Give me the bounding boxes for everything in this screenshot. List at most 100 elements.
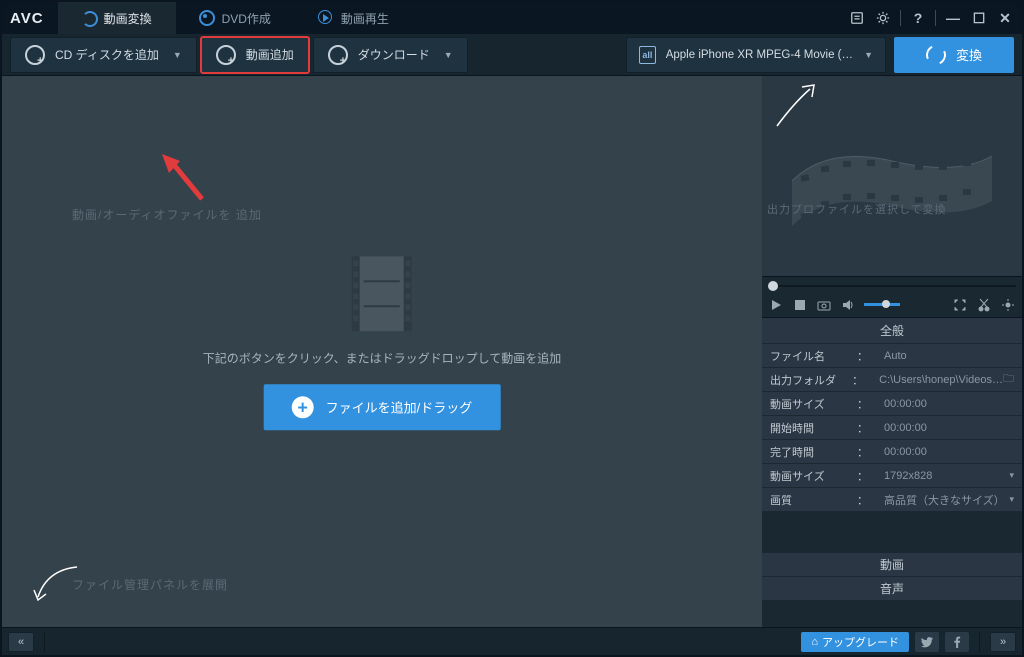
file-list-pane: 動画/オーディオファイルを 追加 下記のボタンをクリック、またはドラッグドロップ… [2, 76, 762, 627]
button-label: ダウンロード [358, 46, 430, 63]
section-tab-video[interactable]: 動画 [762, 552, 1022, 576]
folder-icon: 🗀 [1003, 370, 1014, 389]
preview-properties-pane: 出力プロファイルを選択して変換 全般 ファイル名： Auto [762, 76, 1022, 627]
help-icon[interactable]: ? [909, 9, 927, 27]
refresh-icon [82, 11, 96, 25]
convert-icon [926, 45, 946, 65]
add-cd-disc-button[interactable]: CD ディスクを追加 ▼ [10, 37, 197, 73]
minimize-icon[interactable]: — [944, 9, 962, 27]
prop-value: 高品質（大きなサイズ）▾ [874, 492, 1022, 508]
section-tab-audio[interactable]: 音声 [762, 576, 1022, 600]
prop-start-time: 開始時間： 00:00:00 [762, 416, 1022, 440]
toolbar: CD ディスクを追加 ▼ 動画追加 ダウンロード ▼ all Apple iPh… [2, 34, 1022, 76]
prop-dimension-selector[interactable]: 動画サイズ： 1792x828▾ [762, 464, 1022, 488]
stop-button[interactable] [792, 297, 808, 313]
facebook-button[interactable] [945, 632, 969, 652]
chevron-down-icon: ▾ [1009, 470, 1014, 481]
prop-value: 1792x828▾ [874, 470, 1022, 482]
main-area: 動画/オーディオファイルを 追加 下記のボタンをクリック、またはドラッグドロップ… [2, 76, 1022, 627]
dropzone-text: 下記のボタンをクリック、またはドラッグドロップして動画を追加 [203, 349, 562, 366]
convert-button[interactable]: 変換 [894, 37, 1014, 73]
chevron-down-icon: ▼ [864, 50, 873, 60]
hint-add-file: 動画/オーディオファイルを 追加 [72, 206, 262, 223]
annotation-curve-bl [32, 562, 82, 602]
status-bar: « ⌂ アップグレード » [2, 627, 1022, 655]
chevron-down-icon: ▾ [1009, 494, 1014, 505]
play-icon [319, 11, 333, 25]
annotation-red-arrow [152, 154, 212, 204]
prop-value: 00:00:00 [874, 446, 1022, 458]
prop-label: 動画サイズ [762, 396, 857, 412]
title-controls: ? — ☐ ✕ [848, 9, 1014, 27]
hint-expand-panel: ファイル管理パネルを展開 [72, 576, 228, 593]
options-icon[interactable] [848, 9, 866, 27]
app-window: AVC 動画変換 DVD作成 動画再生 ? — ☐ ✕ [0, 0, 1024, 657]
film-plus-icon [216, 45, 236, 65]
maximize-icon[interactable]: ☐ [970, 9, 988, 27]
tab-dvd-create[interactable]: DVD作成 [176, 2, 295, 34]
button-label: CD ディスクを追加 [55, 46, 159, 63]
chevron-down-icon: ▼ [173, 50, 182, 60]
twitter-button[interactable] [915, 632, 939, 652]
fullscreen-icon[interactable] [952, 297, 968, 313]
expand-right-button[interactable]: » [990, 632, 1016, 652]
button-label: アップグレード [822, 634, 899, 650]
title-bar: AVC 動画変換 DVD作成 動画再生 ? — ☐ ✕ [2, 2, 1022, 34]
hint-select-profile: 出力プロファイルを選択して変換 [767, 201, 947, 217]
section-tabs: 動画 音声 [762, 552, 1022, 600]
drop-zone: 下記のボタンをクリック、またはドラッグドロップして動画を追加 + ファイルを追加… [203, 256, 562, 430]
tab-label: 動画再生 [341, 10, 389, 27]
prop-label: 出力フォルダ [762, 372, 852, 388]
disc-plus-icon [25, 45, 45, 65]
prop-end-time: 完了時間： 00:00:00 [762, 440, 1022, 464]
profile-all-icon: all [639, 46, 656, 64]
film-strip-icon [352, 256, 412, 331]
properties-panel: ファイル名： Auto 出力フォルダ： C:\Users\honep\Video… [762, 344, 1022, 512]
prop-video-size-duration: 動画サイズ： 00:00:00 [762, 392, 1022, 416]
prop-label: 画質 [762, 492, 857, 508]
prop-label: ファイル名 [762, 348, 857, 364]
main-tabs: 動画変換 DVD作成 動画再生 [58, 2, 413, 34]
app-logo: AVC [10, 10, 44, 27]
seek-slider[interactable] [762, 276, 1022, 292]
plus-circle-icon: + [292, 396, 314, 418]
button-label: 変換 [956, 45, 982, 64]
upgrade-button[interactable]: ⌂ アップグレード [801, 632, 909, 652]
cut-icon[interactable] [976, 297, 992, 313]
prop-label: 開始時間 [762, 420, 857, 436]
home-icon: ⌂ [811, 636, 818, 648]
collapse-left-button[interactable]: « [8, 632, 34, 652]
prop-filename: ファイル名： Auto [762, 344, 1022, 368]
prop-value: 00:00:00 [874, 398, 1022, 410]
settings-small-icon[interactable] [1000, 297, 1016, 313]
volume-slider[interactable] [864, 303, 900, 306]
snapshot-button[interactable] [816, 297, 832, 313]
playback-controls [762, 292, 1022, 318]
gear-icon[interactable] [874, 9, 892, 27]
preview-area: 出力プロファイルを選択して変換 [762, 76, 1022, 276]
tab-label: DVD作成 [222, 10, 271, 27]
add-video-button[interactable]: 動画追加 [201, 37, 309, 73]
prop-quality-selector[interactable]: 画質： 高品質（大きなサイズ）▾ [762, 488, 1022, 512]
prop-value[interactable]: C:\Users\honep\Videos…🗀 [869, 370, 1022, 389]
close-icon[interactable]: ✕ [996, 9, 1014, 27]
output-profile-selector[interactable]: all Apple iPhone XR MPEG-4 Movie (*.m… ▼ [626, 37, 886, 73]
disc-icon [200, 11, 214, 25]
prop-label: 動画サイズ [762, 468, 857, 484]
button-label: 動画追加 [246, 46, 294, 63]
prop-value: 00:00:00 [874, 422, 1022, 434]
button-label: ファイルを追加/ドラッグ [326, 397, 473, 416]
volume-icon[interactable] [840, 297, 856, 313]
tab-video-convert[interactable]: 動画変換 [58, 2, 176, 34]
tab-video-play[interactable]: 動画再生 [295, 2, 413, 34]
properties-header: 全般 [762, 318, 1022, 344]
globe-plus-icon [328, 45, 348, 65]
prop-value[interactable]: Auto [874, 350, 1022, 362]
download-button[interactable]: ダウンロード ▼ [313, 37, 468, 73]
play-button[interactable] [768, 297, 784, 313]
add-file-drag-button[interactable]: + ファイルを追加/ドラッグ [264, 384, 501, 430]
chevron-down-icon: ▼ [444, 50, 453, 60]
prop-output-folder: 出力フォルダ： C:\Users\honep\Videos…🗀 [762, 368, 1022, 392]
profile-label: Apple iPhone XR MPEG-4 Movie (*.m… [666, 49, 854, 61]
tab-label: 動画変換 [104, 10, 152, 27]
